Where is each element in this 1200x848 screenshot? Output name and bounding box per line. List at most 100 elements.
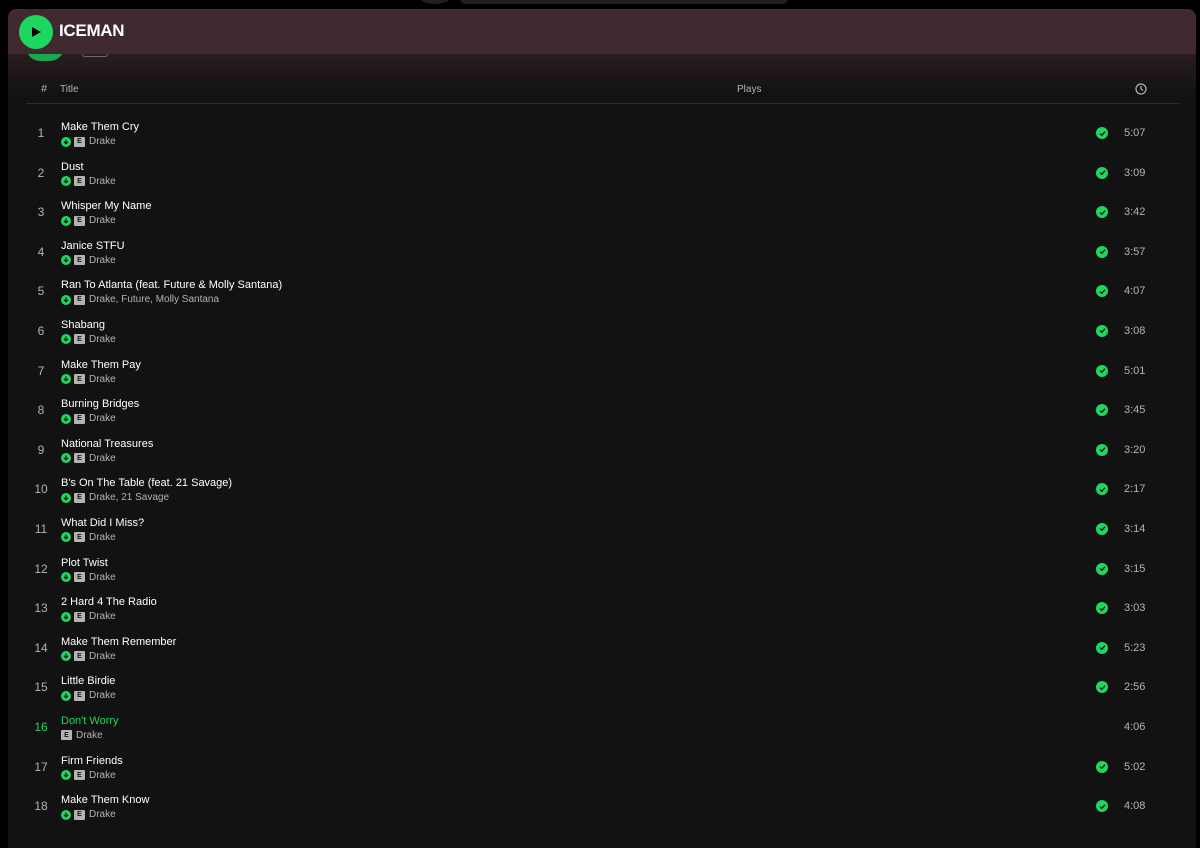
download-arrow-icon [61,453,71,464]
track-title[interactable]: Firm Friends [61,755,123,767]
track-row[interactable]: 2 Dust E Drake 3:09 [26,154,1180,194]
track-artist[interactable]: Drake [89,176,116,187]
track-row[interactable]: 13 2 Hard 4 The Radio E Drake 3:03 [26,589,1180,629]
track-artist[interactable]: Drake [89,611,116,622]
track-meta: E Drake [61,611,116,622]
column-title[interactable]: Title [60,84,79,95]
track-title[interactable]: Burning Bridges [61,398,139,410]
track-title[interactable]: 2 Hard 4 The Radio [61,596,157,608]
check-icon[interactable] [1096,681,1108,694]
check-icon[interactable] [1096,206,1108,219]
track-artist[interactable]: Drake [89,334,116,345]
track-title[interactable]: Dust [61,161,84,173]
track-artist[interactable]: Drake [89,453,116,464]
track-meta: E Drake [61,809,116,820]
track-number: 12 [34,561,48,576]
check-icon[interactable] [1096,443,1108,456]
check-icon[interactable] [1096,404,1108,417]
track-title[interactable]: Make Them Cry [61,121,139,133]
track-artist[interactable]: Drake [89,770,116,781]
track-number: 13 [34,601,48,616]
track-title[interactable]: National Treasures [61,438,153,450]
track-artist[interactable]: Drake [89,255,116,266]
column-number: # [41,83,48,95]
search-bar[interactable] [460,0,788,4]
download-arrow-icon [61,176,71,187]
track-artist[interactable]: Drake [89,809,116,820]
check-icon[interactable] [1096,364,1108,377]
track-duration: 4:08 [1124,800,1146,813]
check-icon[interactable] [1096,166,1108,179]
track-meta: E Drake [61,374,116,385]
download-arrow-icon [61,532,71,543]
check-icon[interactable] [1096,324,1108,337]
check-icon[interactable] [1096,483,1108,496]
track-artist[interactable]: Drake [89,532,116,543]
track-meta: E Drake [61,651,116,662]
track-artist[interactable]: Drake [89,215,116,226]
track-title[interactable]: Make Them Pay [61,359,141,371]
explicit-badge: E [74,176,85,187]
track-artist[interactable]: Drake [89,374,116,385]
track-row[interactable]: 7 Make Them Pay E Drake 5:01 [26,352,1180,392]
download-arrow-icon [61,611,71,622]
track-title[interactable]: Janice STFU [61,240,125,252]
track-meta: E Drake [61,215,116,226]
check-icon[interactable] [1096,127,1108,139]
track-row[interactable]: 6 Shabang E Drake 3:08 [26,312,1180,352]
track-row[interactable]: 17 Firm Friends E Drake 5:02 [26,748,1180,788]
track-row[interactable]: 18 Make Them Know E Drake 4:08 [26,787,1180,827]
track-artist[interactable]: Drake [89,413,116,424]
app-window: ICEMAN # Title Plays 1 Make Them Cry E Drak… [0,0,1200,848]
check-icon[interactable] [1096,800,1108,813]
download-arrow-icon [61,690,71,701]
track-artist[interactable]: Drake, 21 Savage [89,492,169,503]
check-icon[interactable] [1096,285,1108,298]
check-icon[interactable] [1096,245,1108,258]
track-row[interactable]: 5 Ran To Atlanta (feat. Future & Molly Sa… [26,272,1180,312]
track-row[interactable]: 3 Whisper My Name E Drake 3:42 [26,193,1180,233]
track-title[interactable]: B's On The Table (feat. 21 Savage) [61,477,232,489]
track-title[interactable]: What Did I Miss? [61,517,144,529]
track-artist[interactable]: Drake [89,572,116,583]
track-meta: E Drake [61,136,116,147]
track-title[interactable]: Make Them Know [61,794,149,806]
track-title[interactable]: Whisper My Name [61,200,151,212]
track-row[interactable]: 14 Make Them Remember E Drake 5:23 [26,629,1180,669]
track-title[interactable]: Ran To Atlanta (feat. Future & Molly San… [61,279,282,291]
check-icon[interactable] [1096,602,1108,615]
explicit-badge: E [74,334,85,345]
home-button[interactable] [420,0,450,4]
track-artist[interactable]: Drake [76,730,103,741]
track-row[interactable]: 11 What Did I Miss? E Drake 3:14 [26,510,1180,550]
track-title[interactable]: Little Birdie [61,675,115,687]
check-icon[interactable] [1096,562,1108,575]
check-icon[interactable] [1096,522,1108,535]
track-row[interactable]: 10 B's On The Table (feat. 21 Savage) E Dra… [26,470,1180,510]
track-duration: 3:57 [1124,245,1146,258]
track-artist[interactable]: Drake [89,136,116,147]
track-row[interactable]: 1 Make Them Cry E Drake 5:07 [26,114,1180,154]
track-meta: E Drake [61,176,116,187]
play-button[interactable] [19,15,53,49]
column-plays[interactable]: Plays [737,84,761,95]
track-row[interactable]: 8 Burning Bridges E Drake 3:45 [26,391,1180,431]
track-artist[interactable]: Drake, Future, Molly Santana [89,294,219,305]
track-title[interactable]: Make Them Remember [61,636,176,648]
track-row[interactable]: 4 Janice STFU E Drake 3:57 [26,233,1180,273]
track-row[interactable]: 12 Plot Twist E Drake 3:15 [26,550,1180,590]
download-arrow-icon [61,334,71,345]
track-artist[interactable]: Drake [89,651,116,662]
track-artist[interactable]: Drake [89,690,116,701]
track-title[interactable]: Plot Twist [61,557,108,569]
check-icon[interactable] [1096,641,1108,654]
track-row[interactable]: 9 National Treasures E Drake 3:20 [26,431,1180,471]
track-row[interactable]: 16 Don't Worry E Drake 4:06 [26,708,1180,748]
track-title[interactable]: Shabang [61,319,105,331]
check-icon[interactable] [1096,760,1108,773]
track-row[interactable]: 15 Little Birdie E Drake 2:56 [26,668,1180,708]
track-duration: 3:14 [1124,522,1146,535]
explicit-badge: E [74,374,85,385]
track-number: 4 [37,244,45,259]
track-title[interactable]: Don't Worry [61,715,119,727]
